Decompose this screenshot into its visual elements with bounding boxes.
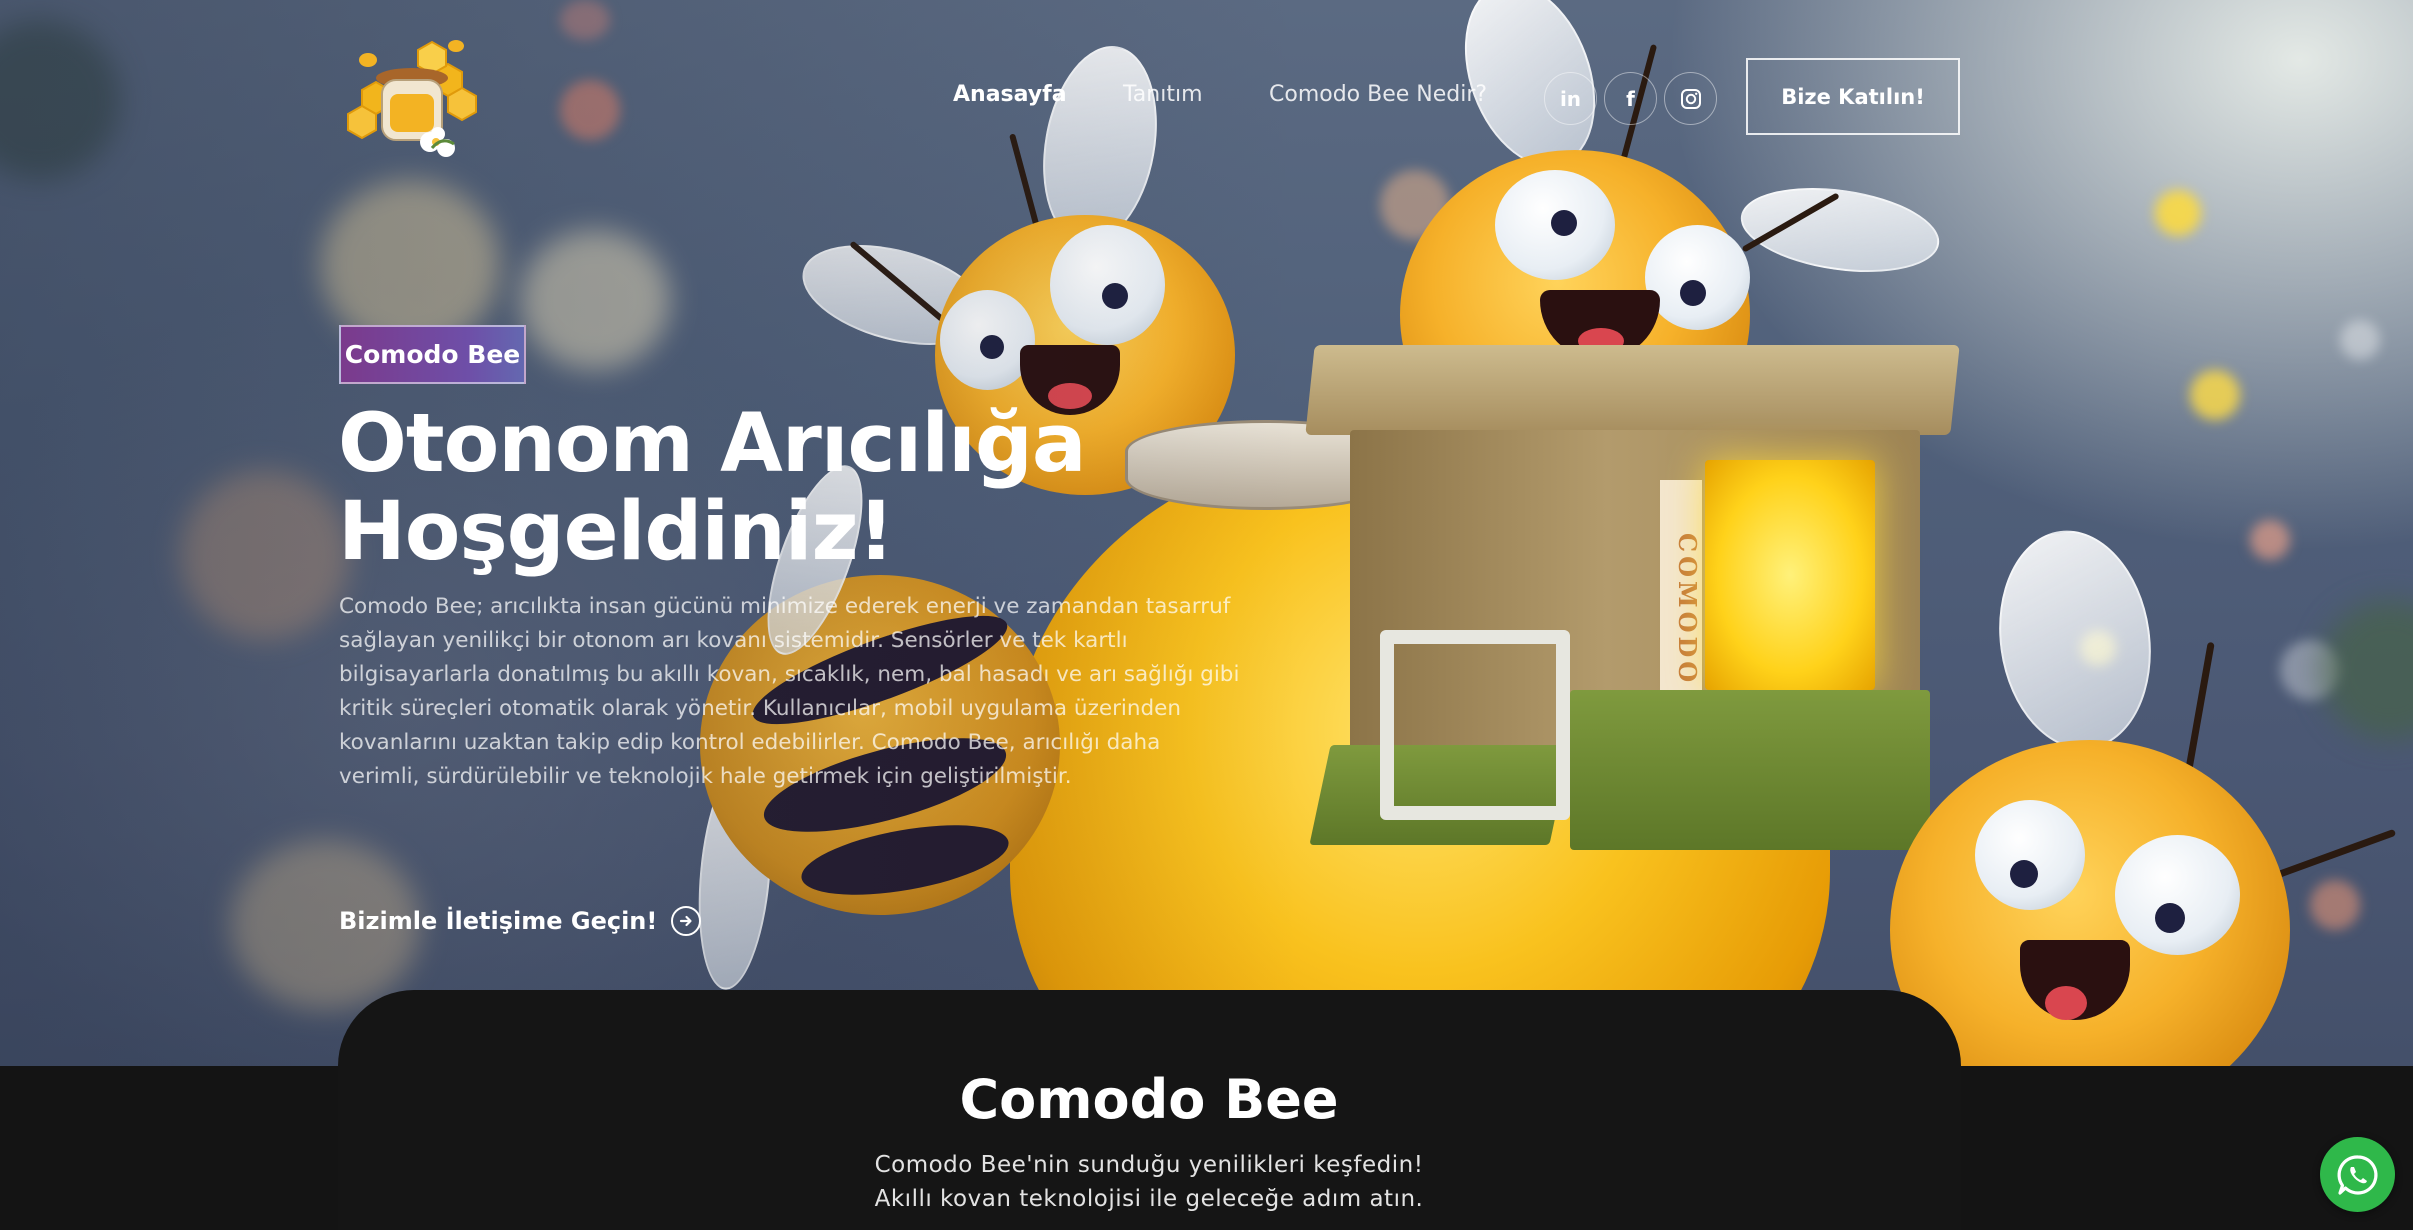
bee-eye <box>2115 835 2240 955</box>
hero-description: Comodo Bee; arıcılıkta insan gücünü mini… <box>339 594 1240 789</box>
hive-label: COMODO <box>1660 480 1702 720</box>
bokeh-light <box>2155 190 2201 236</box>
bokeh-light <box>2250 520 2290 560</box>
bokeh-light <box>2340 320 2380 360</box>
nav-link-about[interactable]: Comodo Bee Nedir? <box>1269 82 1487 107</box>
logo-icon <box>347 40 477 157</box>
linkedin-icon: in <box>1559 86 1582 111</box>
linkedin-button[interactable]: in <box>1544 72 1597 125</box>
bee-eye <box>1495 170 1615 280</box>
hive-window <box>1705 460 1875 690</box>
bee-wing <box>1985 520 2165 760</box>
facebook-button[interactable]: f <box>1604 72 1657 125</box>
join-button[interactable]: Bize Katılın! <box>1746 58 1960 135</box>
contact-link[interactable]: Bizimle İletişime Geçin! <box>339 903 702 939</box>
hero-title: Otonom Arıcılığa Hoşgeldiniz! <box>338 400 1238 576</box>
hero-title-line2: Hoşgeldiniz! <box>338 485 895 579</box>
bee-eye <box>1975 800 2085 910</box>
site-logo[interactable] <box>338 30 486 165</box>
bee-eye <box>1645 225 1750 330</box>
facebook-icon: f <box>1626 86 1635 111</box>
bee-wing <box>1735 176 1945 284</box>
hive-frame <box>1380 630 1570 820</box>
hive-base <box>1570 690 1930 850</box>
hive-roof <box>1305 345 1960 435</box>
hero-badge: Comodo Bee <box>339 325 526 384</box>
bokeh-light <box>2310 880 2360 930</box>
contact-link-label: Bizimle İletişime Geçin! <box>339 907 658 935</box>
instagram-button[interactable] <box>1664 72 1717 125</box>
arrow-right-icon <box>671 906 702 936</box>
section-title: Comodo Bee <box>959 1068 1339 1131</box>
background-flower <box>2320 600 2413 740</box>
bee-antenna <box>2262 828 2397 884</box>
nav-link-home[interactable]: Anasayfa <box>953 82 1067 107</box>
instagram-icon <box>1680 88 1701 109</box>
section-subtitle-line1: Comodo Bee'nin sunduğu yenilikleri keşfe… <box>874 1152 1424 1178</box>
hero-title-line1: Otonom Arıcılığa <box>338 397 1087 491</box>
nav-link-intro[interactable]: Tanıtım <box>1123 82 1203 107</box>
bokeh-light <box>2190 370 2240 420</box>
whatsapp-button[interactable] <box>2320 1137 2395 1212</box>
section-subtitle-line2: Akıllı kovan teknolojisi ile geleceğe ad… <box>874 1186 1424 1212</box>
whatsapp-icon <box>2337 1154 2378 1195</box>
